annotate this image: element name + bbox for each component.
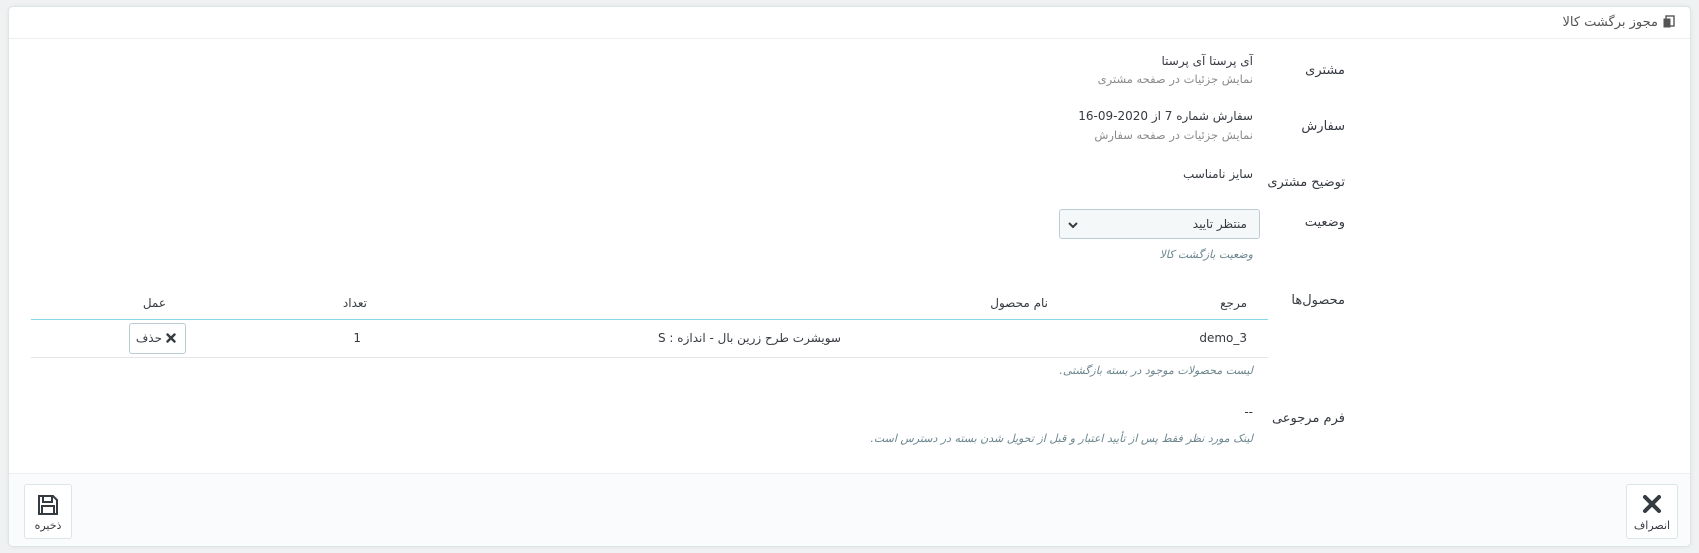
table-header-divider <box>31 319 1268 320</box>
column-header-quantity: تعداد <box>342 296 367 310</box>
column-header-reference: مرجع <box>1220 296 1247 310</box>
return-form-value: -- <box>1244 405 1253 419</box>
cell-quantity: 1 <box>353 331 361 345</box>
copy-icon <box>1663 15 1675 28</box>
return-merchandise-panel: مجوز برگشت کالا مشتری آی پرستا آی پرستا … <box>8 6 1691 547</box>
status-selected-value: منتظر تایید <box>1192 217 1247 231</box>
products-label: محصول‌ها <box>1291 293 1345 308</box>
order-details-link[interactable]: نمایش جزئیات در صفحه سفارش <box>1094 128 1253 142</box>
panel-title-text: مجوز برگشت کالا <box>1562 15 1658 30</box>
customer-name: آی پرستا آی پرستا <box>1161 54 1253 68</box>
cancel-label: انصراف <box>1633 519 1671 532</box>
column-header-action: عمل <box>142 296 166 310</box>
products-help: لیست محصولات موجود در بسته بازگشتی. <box>1059 364 1253 377</box>
cancel-button[interactable]: انصراف <box>1626 484 1678 539</box>
order-value: سفارش شماره 7 از 2020-09-16 <box>1078 109 1253 123</box>
panel-heading: مجوز برگشت کالا <box>9 7 1690 39</box>
panel-footer: انصراف ذخیره <box>9 473 1690 546</box>
panel-title: مجوز برگشت کالا <box>1562 15 1676 30</box>
cell-reference: demo_3 <box>1199 331 1247 345</box>
delete-product-button[interactable]: حذف <box>129 323 186 354</box>
customer-note-value: سایز نامناسب <box>1182 167 1253 181</box>
close-icon <box>1643 495 1661 513</box>
save-label: ذخیره <box>34 519 62 532</box>
cell-product-name: سویشرت طرح زرین بال - اندازه : S <box>657 331 841 345</box>
save-button[interactable]: ذخیره <box>24 484 72 539</box>
chevron-down-icon <box>1068 222 1078 229</box>
customer-details-link[interactable]: نمایش جزئیات در صفحه مشتری <box>1098 72 1253 86</box>
status-select[interactable]: منتظر تایید <box>1059 209 1260 239</box>
close-icon <box>166 333 176 343</box>
delete-button-label: حذف <box>135 331 162 345</box>
status-help: وضعیت بازگشت کالا <box>1159 248 1253 261</box>
return-form-help: لینک مورد نظر فقط پس از تأیید اعتبار و ق… <box>870 432 1253 445</box>
table-row-divider <box>31 357 1268 358</box>
floppy-disk-icon <box>38 495 58 515</box>
return-form-label: فرم مرجوعی <box>1271 411 1345 426</box>
column-header-product-name: نام محصول <box>990 296 1048 310</box>
